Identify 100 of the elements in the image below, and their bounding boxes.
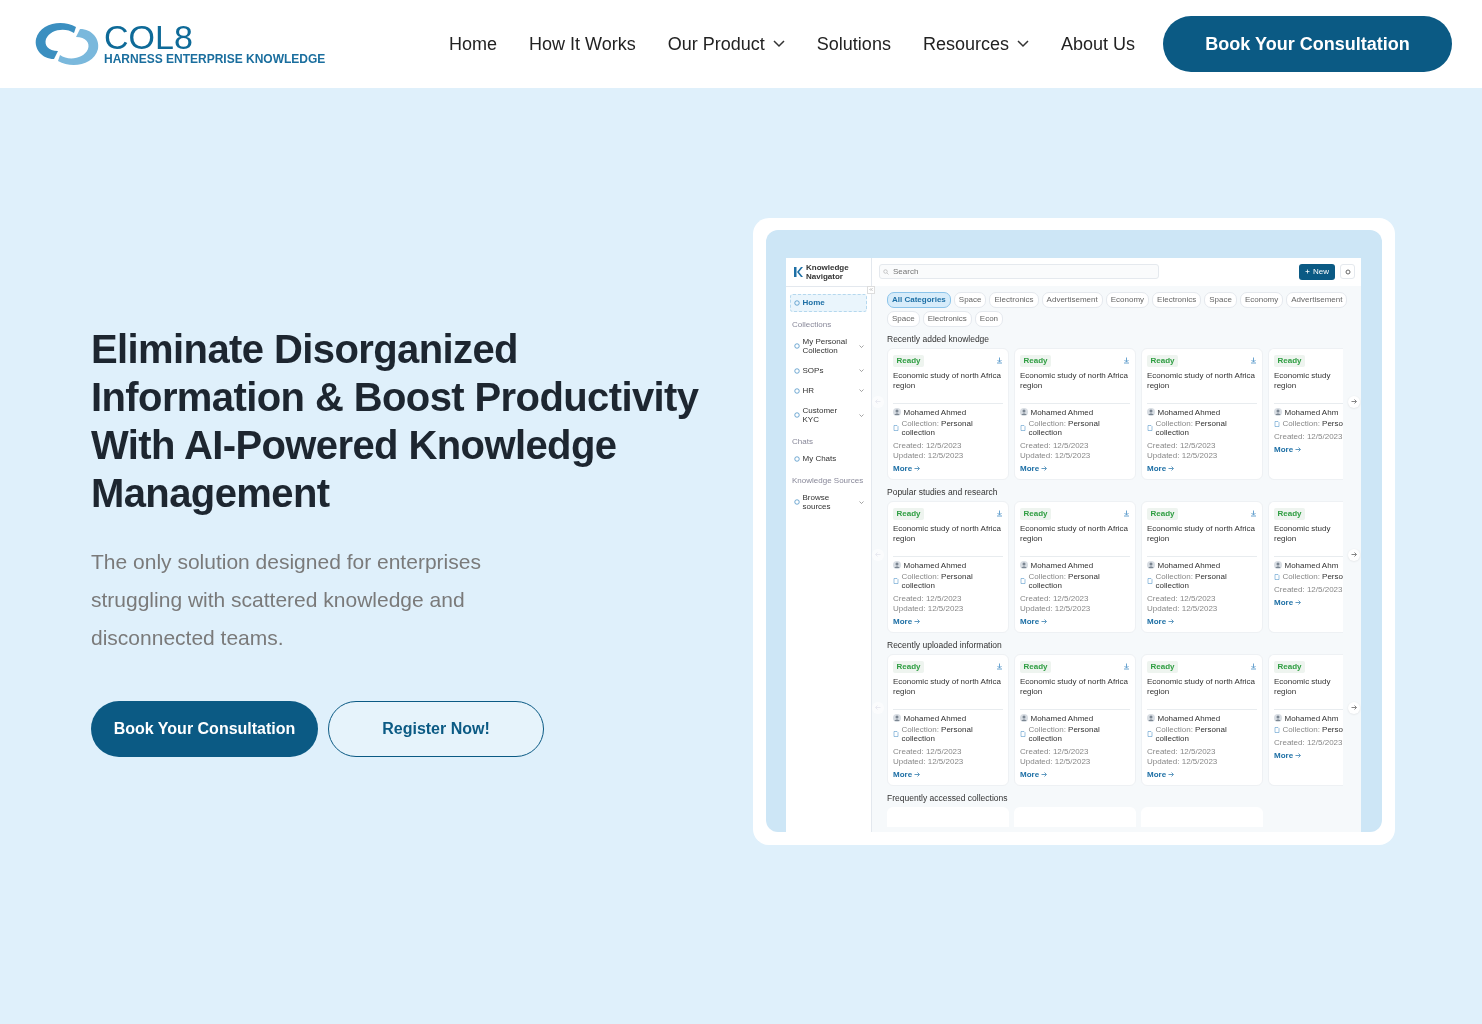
avatar-icon [893, 714, 901, 722]
avatar-icon [1147, 408, 1155, 416]
more-link[interactable]: More [893, 769, 913, 779]
knowledge-card[interactable]: Ready Economic study of north Africa region Mohamed Ahmed Collection: Personal collection Created: 12/5/2023 Updated: 12/5/2023 More [887, 347, 1009, 480]
sidebar-item[interactable]: My Chats [790, 449, 867, 468]
nav-link[interactable]: About Us [1060, 33, 1135, 55]
knowledge-card[interactable]: Ready Economic study of north Africa region Mohamed Ahmed Collection: Personal collection Created: 12/5/2023 Updated: 12/5/2023 More [1014, 347, 1136, 480]
author-name: Mohamed Ahmed [903, 407, 967, 417]
author-name: Mohamed Ahm [1284, 713, 1339, 723]
settings-button[interactable] [1340, 264, 1355, 279]
more-link[interactable]: More [1147, 769, 1167, 779]
nav-link[interactable]: Home [449, 33, 498, 55]
category-chip[interactable]: Economy [1239, 291, 1284, 308]
category-chip[interactable]: Space [1204, 291, 1237, 308]
chevron-down-icon [1016, 40, 1029, 48]
created-date: Created: 12/5/2023 [893, 593, 963, 603]
more-link[interactable]: More [1020, 616, 1040, 626]
more-link[interactable]: More [893, 463, 913, 473]
created-date: Created: 12/5/2023 [1020, 440, 1090, 450]
more-link[interactable]: More [1274, 444, 1294, 454]
sidebar-item[interactable]: Browse sources [790, 488, 867, 516]
category-chip[interactable]: Space [887, 310, 920, 327]
card-title: Economic study of north Africa region [893, 523, 1003, 545]
more-link[interactable]: More [1147, 616, 1167, 626]
card-title: Economic study of north Africa region [1020, 676, 1130, 698]
avatar-icon [1274, 714, 1282, 722]
category-chip[interactable]: Advertisement [1286, 291, 1348, 308]
card-title: Economic study of north Africa region [1147, 676, 1257, 698]
collection-text: Collection: Personal collection [1028, 572, 1101, 590]
nav-link[interactable]: Resources [922, 33, 1029, 55]
collection-text: Collection: Personal collection [1155, 725, 1228, 743]
hero-description: The only solution designed for enterprises struggling with scattered knowledge and disconnected teams. [91, 549, 482, 651]
category-chip[interactable]: Econ [974, 310, 1004, 327]
book-consultation-button[interactable]: Book Your Consultation [1163, 16, 1452, 72]
section-title: Popular studies and research [887, 486, 999, 497]
knowledge-card[interactable]: Ready Economic study region Mohamed Ahm Collection: Perso Created: 12/5/2023 More [1268, 653, 1343, 786]
sidebar-item[interactable]: My Personal Collection [790, 332, 867, 360]
nav-link[interactable]: Our Product [667, 33, 785, 55]
more-link[interactable]: More [1147, 463, 1167, 473]
sidebar-item[interactable]: Customer KYC [790, 401, 867, 429]
created-date: Created: 12/5/2023 [1147, 440, 1217, 450]
avatar-icon [893, 408, 901, 416]
knowledge-card[interactable]: Ready Economic study region Mohamed Ahm Collection: Perso Created: 12/5/2023 More [1268, 500, 1343, 633]
next-button[interactable] [1348, 395, 1360, 408]
updated-date: Updated: 12/5/2023 [1147, 756, 1219, 766]
more-link[interactable]: More [1020, 463, 1040, 473]
more-link[interactable]: More [1274, 597, 1294, 607]
sidebar-item[interactable]: SOPs [790, 361, 867, 380]
k-logo-icon [793, 265, 803, 278]
category-chip[interactable]: Space [953, 291, 987, 308]
category-chip[interactable]: Advertisement [1041, 291, 1103, 308]
knowledge-card[interactable]: Ready Economic study of north Africa region Mohamed Ahmed Collection: Personal collection Created: 12/5/2023 Updated: 12/5/2023 More [887, 500, 1009, 633]
updated-date: Updated: 12/5/2023 [1147, 603, 1219, 613]
next-button[interactable] [1348, 548, 1360, 561]
knowledge-card[interactable]: Ready Economic study of north Africa region Mohamed Ahmed Collection: Personal collection Created: 12/5/2023 Updated: 12/5/2023 More [1141, 500, 1263, 633]
category-chip[interactable]: Electronics [1152, 291, 1202, 308]
created-date: Created: 12/5/2023 [1274, 431, 1343, 441]
category-chip[interactable]: Electronics [922, 310, 972, 327]
collection-text: Collection: Personal collection [901, 572, 974, 590]
status-badge: Ready [1147, 660, 1178, 673]
knowledge-card[interactable]: Ready Economic study of north Africa region Mohamed Ahmed Collection: Personal collection Created: 12/5/2023 Updated: 12/5/2023 More [1014, 500, 1136, 633]
knowledge-card[interactable]: Ready Economic study of north Africa region Mohamed Ahmed Collection: Personal collection Created: 12/5/2023 Updated: 12/5/2023 More [1141, 653, 1263, 786]
sidebar-item[interactable]: Home [790, 293, 867, 312]
knowledge-card[interactable]: Ready Economic study of north Africa region Mohamed Ahmed Collection: Personal collection Created: 12/5/2023 Updated: 12/5/2023 More [1014, 653, 1136, 786]
next-button[interactable] [1348, 701, 1360, 714]
knowledge-card[interactable]: Ready Economic study of north Africa region Mohamed Ahmed Collection: Personal collection Created: 12/5/2023 Updated: 12/5/2023 More [887, 653, 1009, 786]
more-link[interactable]: More [1274, 750, 1294, 760]
avatar-icon [1147, 714, 1155, 722]
knowledge-card[interactable]: Ready Economic study region Mohamed Ahm Collection: Perso Created: 12/5/2023 More [1268, 347, 1343, 480]
created-date: Created: 12/5/2023 [1020, 746, 1090, 756]
logo-wordmark[interactable]: COL8 [104, 22, 326, 52]
card-title: Economic study of north Africa region [1020, 370, 1130, 392]
card-title: Economic study of north Africa region [893, 370, 1003, 392]
nav-link[interactable]: Solutions [816, 33, 891, 55]
register-button[interactable]: Register Now! [328, 701, 544, 757]
category-chip[interactable]: Economy [1105, 291, 1150, 308]
sidebar-item[interactable]: HR [790, 381, 867, 400]
knowledge-card[interactable]: Ready Economic study of north Africa region Mohamed Ahmed Collection: Personal collection Created: 12/5/2023 Updated: 12/5/2023 More [1141, 347, 1263, 480]
category-chip[interactable]: Electronics [989, 291, 1039, 308]
collection-text: Collection: Personal collection [1155, 572, 1228, 590]
updated-date: Updated: 12/5/2023 [893, 756, 965, 766]
search-field[interactable]: Search [879, 264, 1159, 279]
nav-link[interactable]: How It Works [529, 33, 636, 55]
more-link[interactable]: More [1020, 769, 1040, 779]
new-button[interactable]: New [1299, 263, 1335, 280]
sidebar-section-label: Collections [792, 319, 833, 329]
more-link[interactable]: More [893, 616, 913, 626]
book-consultation-button[interactable]: Book Your Consultation [91, 701, 318, 757]
hero-heading: Eliminate Disorganized Information & Boost Productivity With AI-Powered Knowledge Management [91, 326, 700, 517]
avatar-icon [1274, 408, 1282, 416]
sidebar-section-label: Knowledge Sources [792, 475, 865, 485]
sidebar-section-label: Chats [792, 436, 814, 446]
author-name: Mohamed Ahmed [903, 713, 967, 723]
status-badge: Ready [1274, 507, 1305, 520]
category-chip[interactable]: All Categories [887, 291, 951, 308]
updated-date: Updated: 12/5/2023 [1147, 450, 1219, 460]
updated-date: Updated: 12/5/2023 [1020, 756, 1092, 766]
author-name: Mohamed Ahmed [1030, 713, 1094, 723]
section-title: Frequently accessed collections [887, 792, 1009, 803]
updated-date: Updated: 12/5/2023 [893, 450, 965, 460]
